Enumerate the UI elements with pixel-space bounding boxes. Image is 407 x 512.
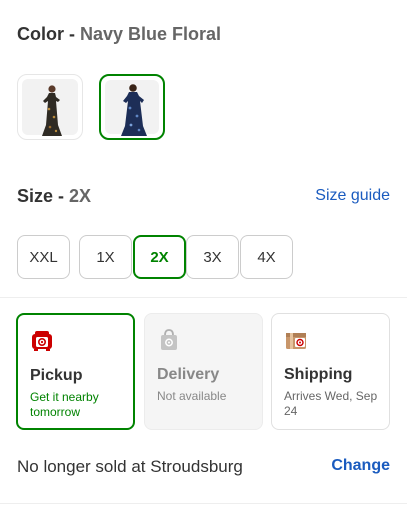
size-option-2x[interactable]: 2X — [133, 235, 186, 279]
shipping-subtitle: Arrives Wed, Sep 24 — [284, 389, 378, 418]
delivery-option-card: Delivery Not available — [144, 313, 263, 430]
delivery-title: Delivery — [157, 366, 220, 383]
size-separator: - — [53, 186, 70, 206]
delivery-bag-icon — [161, 329, 177, 350]
selected-color-value: Navy Blue Floral — [80, 24, 222, 44]
store-pickup-icon — [32, 331, 52, 351]
size-label: Size — [17, 186, 54, 206]
color-label: Color — [17, 24, 64, 44]
section-divider — [0, 297, 407, 298]
pickup-option-card[interactable]: Pickup Get it nearby tomorrow — [16, 313, 135, 430]
size-guide-link[interactable]: Size guide — [315, 187, 390, 205]
size-option-xxl[interactable]: XXL — [17, 235, 70, 279]
size-heading: Size - 2X — [17, 186, 91, 207]
swatch-black-floral[interactable] — [17, 74, 83, 140]
size-option-3x[interactable]: 3X — [186, 235, 239, 279]
pickup-subtitle: Get it nearby tomorrow — [30, 390, 99, 419]
dress-navy-floral-image — [121, 84, 147, 136]
dress-black-floral-image — [42, 85, 62, 136]
change-store-button[interactable]: Change — [331, 457, 390, 475]
delivery-subtitle: Not available — [157, 389, 227, 403]
size-option-1x[interactable]: 1X — [79, 235, 132, 279]
swatch-navy-blue-floral[interactable] — [99, 74, 165, 140]
shipping-title: Shipping — [284, 366, 353, 383]
store-availability-text: No longer sold at Stroudsburg — [17, 457, 243, 476]
color-separator: - — [64, 24, 80, 44]
shipping-box-icon — [286, 333, 306, 349]
shipping-option-card[interactable]: Shipping Arrives Wed, Sep 24 — [271, 313, 390, 430]
color-heading: Color - Navy Blue Floral — [17, 24, 221, 45]
pickup-title: Pickup — [30, 367, 83, 384]
size-option-4x[interactable]: 4X — [240, 235, 293, 279]
bottom-divider — [0, 503, 407, 504]
selected-size-value: 2X — [69, 186, 92, 206]
